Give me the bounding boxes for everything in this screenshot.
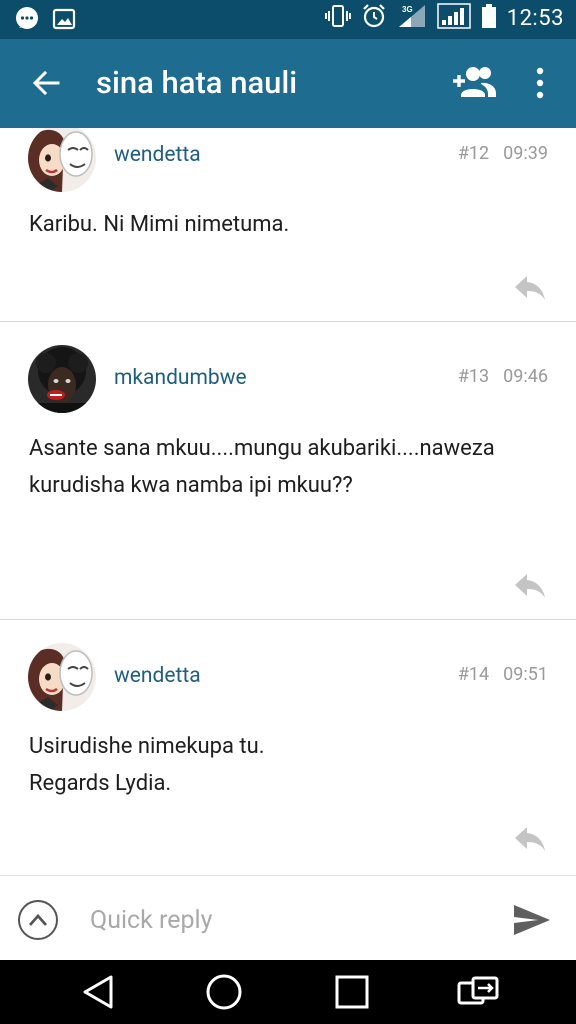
send-button[interactable] bbox=[512, 903, 552, 937]
avatar[interactable] bbox=[28, 345, 96, 413]
post-body-line: Usirudishe nimekupa tu. bbox=[29, 734, 265, 759]
avatar[interactable] bbox=[28, 128, 96, 192]
reply-icon bbox=[515, 276, 545, 300]
nav-switch-icon bbox=[457, 976, 499, 1005]
battery-icon bbox=[481, 3, 497, 33]
network-type-label: 3G bbox=[402, 5, 413, 14]
post-body-line: Regards Lydia. bbox=[29, 771, 172, 796]
reply-icon bbox=[515, 827, 545, 851]
reply-button[interactable] bbox=[514, 825, 546, 853]
nav-back-icon bbox=[83, 975, 113, 1009]
post-body: Karibu. Ni Mimi nimetuma. bbox=[29, 206, 548, 243]
post-meta: #12 09:39 bbox=[458, 143, 548, 164]
post-number: #13 bbox=[457, 366, 490, 387]
post-body: Usirudishe nimekupa tu. Regards Lydia. bbox=[29, 728, 548, 802]
post-item: wendetta #12 09:39 Karibu. Ni Mimi nimet… bbox=[0, 128, 576, 322]
post-username[interactable]: mkandumbwe bbox=[114, 366, 247, 390]
reply-icon bbox=[515, 574, 545, 598]
post-body: Asante sana mkuu....mungu akubariki....n… bbox=[29, 430, 548, 504]
more-vert-icon bbox=[536, 67, 544, 99]
alarm-icon bbox=[361, 3, 387, 33]
signal-icon bbox=[436, 3, 471, 33]
post-item: wendetta #14 09:51 Usirudishe nimekupa t… bbox=[0, 620, 576, 875]
post-username[interactable]: wendetta bbox=[114, 664, 201, 688]
post-time: 09:46 bbox=[503, 366, 548, 387]
avatar[interactable] bbox=[28, 643, 96, 711]
page-title: sina hata nauli bbox=[96, 64, 298, 101]
nav-back-button[interactable] bbox=[76, 972, 120, 1012]
post-meta: #14 09:51 bbox=[458, 664, 548, 685]
nav-recents-icon bbox=[335, 975, 369, 1009]
post-body-line: Karibu. Ni Mimi nimetuma. bbox=[29, 212, 290, 237]
vibrate-icon bbox=[324, 4, 351, 32]
app-bar: sina hata nauli bbox=[0, 39, 576, 128]
more-options-button[interactable] bbox=[528, 63, 552, 103]
send-icon bbox=[514, 905, 550, 935]
post-time: 09:39 bbox=[503, 143, 548, 164]
post-time: 09:51 bbox=[503, 664, 548, 685]
nav-home-button[interactable] bbox=[202, 972, 246, 1012]
add-user-icon bbox=[453, 67, 496, 97]
image-icon bbox=[52, 7, 76, 35]
post-number: #14 bbox=[457, 664, 490, 685]
signal-3g-icon: 3G bbox=[397, 3, 427, 33]
status-time: 12:53 bbox=[506, 5, 564, 31]
post-number: #12 bbox=[457, 143, 490, 164]
status-bar: 3G 12:53 bbox=[0, 0, 576, 39]
chevron-up-icon bbox=[28, 913, 48, 926]
reply-button[interactable] bbox=[514, 572, 546, 600]
nav-switch-button[interactable] bbox=[456, 972, 500, 1012]
reply-button[interactable] bbox=[514, 274, 546, 302]
quick-reply-bar bbox=[0, 875, 576, 960]
post-item: mkandumbwe #13 09:46 Asante sana mkuu...… bbox=[0, 322, 576, 620]
post-body-line: Asante sana mkuu....mungu akubariki....n… bbox=[29, 436, 495, 498]
back-button[interactable] bbox=[28, 65, 64, 101]
quick-reply-input[interactable] bbox=[90, 900, 480, 940]
chat-bubble-icon bbox=[14, 6, 40, 36]
nav-home-icon bbox=[206, 974, 242, 1010]
post-list[interactable]: wendetta #12 09:39 Karibu. Ni Mimi nimet… bbox=[0, 128, 576, 875]
back-arrow-icon bbox=[32, 70, 60, 96]
system-nav-bar bbox=[0, 960, 576, 1024]
post-username[interactable]: wendetta bbox=[114, 143, 201, 167]
add-user-button[interactable] bbox=[450, 61, 498, 105]
expand-reply-button[interactable] bbox=[18, 900, 58, 940]
nav-recents-button[interactable] bbox=[330, 972, 374, 1012]
post-meta: #13 09:46 bbox=[458, 366, 548, 387]
